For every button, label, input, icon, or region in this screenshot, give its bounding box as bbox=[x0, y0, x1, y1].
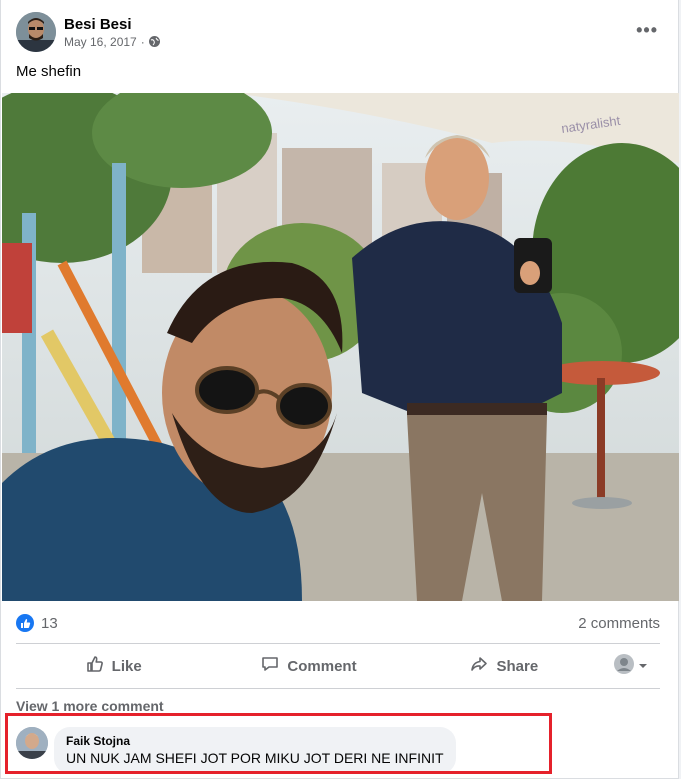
view-more-comments-link[interactable]: View 1 more comment bbox=[16, 698, 164, 714]
comment-bubble-icon bbox=[261, 655, 279, 677]
more-options-icon[interactable]: ••• bbox=[636, 20, 658, 41]
action-bar: Like Comment Share bbox=[16, 647, 660, 685]
comments-count[interactable]: 2 comments bbox=[578, 615, 660, 632]
divider bbox=[16, 688, 660, 689]
like-icon[interactable] bbox=[16, 614, 34, 632]
like-button[interactable]: Like bbox=[16, 655, 211, 677]
post-header: Besi Besi May 16, 2017 · bbox=[16, 12, 160, 52]
author-avatar[interactable] bbox=[16, 12, 56, 52]
thumb-up-icon bbox=[86, 655, 104, 677]
post-date[interactable]: May 16, 2017 bbox=[64, 35, 137, 49]
chevron-down-icon bbox=[638, 658, 648, 675]
share-arrow-icon bbox=[470, 655, 488, 677]
highlight-box bbox=[5, 713, 552, 774]
author-name[interactable]: Besi Besi bbox=[64, 16, 160, 33]
share-label: Share bbox=[496, 657, 539, 675]
globe-icon bbox=[148, 36, 160, 47]
comment-label: Comment bbox=[287, 657, 357, 675]
like-label: Like bbox=[111, 657, 142, 675]
reaction-summary: 13 2 comments bbox=[16, 612, 660, 634]
post-photo[interactable]: natyralisht bbox=[2, 93, 679, 601]
date-separator: · bbox=[140, 34, 145, 49]
post-card: Besi Besi May 16, 2017 · ••• Me shefin n… bbox=[0, 0, 679, 779]
reaction-count[interactable]: 13 bbox=[41, 615, 58, 632]
comment-button[interactable]: Comment bbox=[211, 655, 406, 677]
share-button[interactable]: Share bbox=[407, 655, 602, 677]
post-caption: Me shefin bbox=[16, 63, 82, 80]
audience-selector[interactable] bbox=[602, 654, 660, 678]
divider bbox=[16, 643, 660, 644]
profile-mini-avatar bbox=[613, 654, 634, 678]
